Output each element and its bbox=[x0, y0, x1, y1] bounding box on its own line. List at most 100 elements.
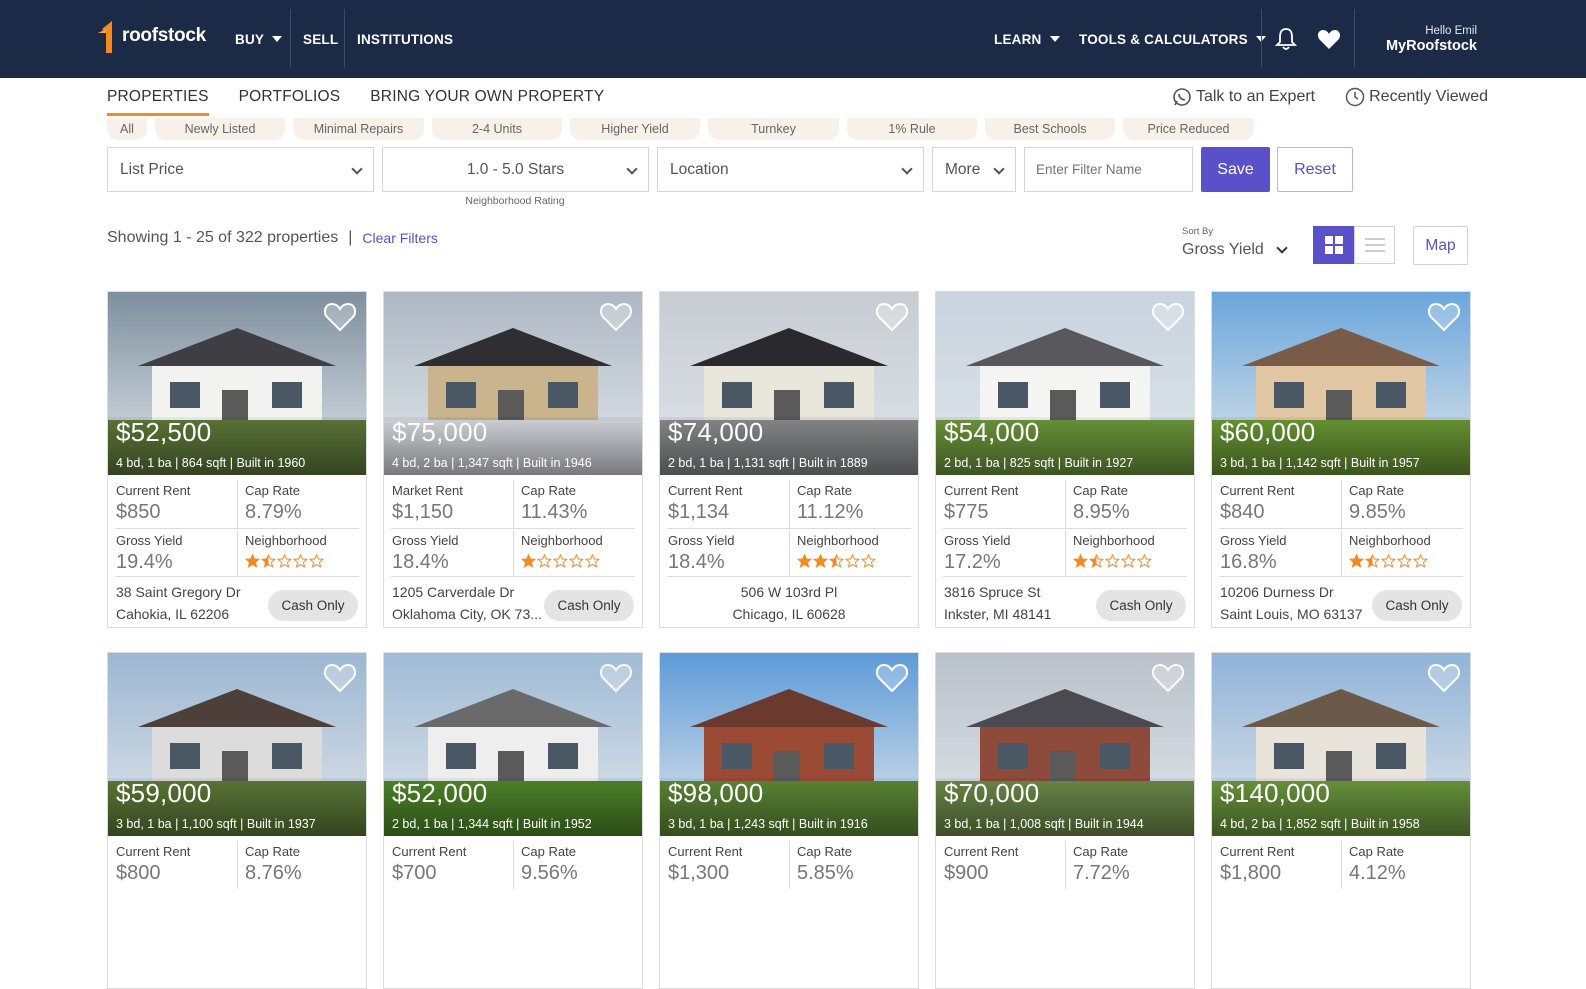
star-icon bbox=[813, 554, 828, 568]
property-card[interactable]: $59,000 3 bd, 1 ba | 1,100 sqft | Built … bbox=[107, 652, 367, 989]
property-photo[interactable]: $52,500 4 bd, 1 ba | 864 sqft | Built in… bbox=[108, 292, 366, 475]
cap-rate-stat: Cap Rate 4.12% bbox=[1349, 844, 1406, 885]
gross-yield-stat: Gross Yield 19.4% bbox=[116, 533, 182, 574]
chip-higher-yield[interactable]: Higher Yield bbox=[570, 118, 700, 140]
clear-filters-link[interactable]: Clear Filters bbox=[362, 230, 437, 246]
property-card[interactable]: $140,000 4 bd, 2 ba | 1,852 sqft | Built… bbox=[1211, 652, 1471, 989]
property-address[interactable]: 10206 Durness Dr Saint Louis, MO 63137 bbox=[1220, 581, 1370, 625]
gross-yield-value: 18.4% bbox=[392, 551, 449, 573]
gross-yield-stat: Gross Yield 18.4% bbox=[392, 533, 458, 574]
neighborhood-rating-select[interactable]: 1.0 - 5.0 Stars bbox=[382, 147, 649, 192]
nav-sell[interactable]: SELL bbox=[303, 0, 338, 78]
favorite-heart-icon[interactable] bbox=[599, 662, 633, 694]
property-card[interactable]: $98,000 3 bd, 1 ba | 1,243 sqft | Built … bbox=[659, 652, 919, 989]
list-price-select[interactable]: List Price bbox=[107, 147, 374, 192]
stat-divider bbox=[513, 530, 514, 576]
property-card[interactable]: $54,000 2 bd, 1 ba | 825 sqft | Built in… bbox=[935, 291, 1195, 628]
favorite-heart-icon[interactable] bbox=[875, 301, 909, 333]
property-address[interactable]: 38 Saint Gregory Dr Cahokia, IL 62206 bbox=[116, 581, 266, 625]
rent-value: $1,800 bbox=[1220, 862, 1282, 884]
star-icon bbox=[1137, 554, 1152, 568]
grid-view-button[interactable] bbox=[1313, 226, 1354, 264]
property-card[interactable]: $52,000 2 bd, 1 ba | 1,344 sqft | Built … bbox=[383, 652, 643, 989]
nav-sell-label: SELL bbox=[303, 31, 339, 47]
property-photo[interactable]: $60,000 3 bd, 1 ba | 1,142 sqft | Built … bbox=[1212, 292, 1470, 475]
sort-by-select[interactable]: Sort By Gross Yield bbox=[1182, 226, 1288, 259]
more-filters-select[interactable]: More bbox=[932, 147, 1016, 192]
rent-value: $850 bbox=[116, 501, 161, 523]
property-card[interactable]: $70,000 3 bd, 1 ba | 1,008 sqft | Built … bbox=[935, 652, 1195, 989]
more-label: More bbox=[945, 160, 981, 178]
property-specs: 3 bd, 1 ba | 1,100 sqft | Built in 1937 bbox=[116, 817, 316, 831]
tab-properties[interactable]: PROPERTIES bbox=[107, 86, 209, 116]
photo-window bbox=[548, 382, 578, 408]
neighborhood-stat: Neighborhood bbox=[1349, 533, 1431, 568]
property-photo[interactable]: $75,000 4 bd, 2 ba | 1,347 sqft | Built … bbox=[384, 292, 642, 475]
property-address[interactable]: 3816 Spruce St Inkster, MI 48141 bbox=[944, 581, 1094, 625]
property-photo[interactable]: $52,000 2 bd, 1 ba | 1,344 sqft | Built … bbox=[384, 653, 642, 836]
location-select[interactable]: Location bbox=[657, 147, 924, 192]
heart-icon[interactable] bbox=[1316, 26, 1342, 52]
cap-rate-stat: Cap Rate 11.12% bbox=[797, 483, 863, 524]
favorite-heart-icon[interactable] bbox=[323, 662, 357, 694]
property-photo[interactable]: $74,000 2 bd, 1 ba | 1,131 sqft | Built … bbox=[660, 292, 918, 475]
rent-label: Current Rent bbox=[392, 844, 467, 859]
favorite-heart-icon[interactable] bbox=[1427, 662, 1461, 694]
property-address[interactable]: 1205 Carverdale Dr Oklahoma City, OK 73.… bbox=[392, 581, 542, 625]
favorite-heart-icon[interactable] bbox=[1151, 662, 1185, 694]
chip-all[interactable]: All bbox=[107, 118, 147, 140]
favorite-heart-icon[interactable] bbox=[875, 662, 909, 694]
favorite-heart-icon[interactable] bbox=[323, 301, 357, 333]
property-photo[interactable]: $54,000 2 bd, 1 ba | 825 sqft | Built in… bbox=[936, 292, 1194, 475]
star-icon bbox=[245, 554, 260, 568]
chip-2-4-units[interactable]: 2-4 Units bbox=[432, 118, 562, 140]
chip-turnkey[interactable]: Turnkey bbox=[708, 118, 839, 140]
chip-price-reduced[interactable]: Price Reduced bbox=[1123, 118, 1254, 140]
nav-learn[interactable]: LEARN bbox=[994, 0, 1060, 78]
nav-tools[interactable]: TOOLS & CALCULATORS bbox=[1079, 0, 1266, 78]
list-view-button[interactable] bbox=[1354, 226, 1395, 264]
chip-newly-listed[interactable]: Newly Listed bbox=[155, 118, 285, 140]
property-card[interactable]: $74,000 2 bd, 1 ba | 1,131 sqft | Built … bbox=[659, 291, 919, 628]
rent-stat: Current Rent $700 bbox=[392, 844, 466, 885]
property-address[interactable]: 506 W 103rd Pl Chicago, IL 60628 bbox=[660, 581, 918, 625]
roofstock-logo[interactable]: roofstock bbox=[98, 18, 206, 54]
reset-filter-button[interactable]: Reset bbox=[1277, 147, 1353, 192]
cap-rate-stat: Cap Rate 5.85% bbox=[797, 844, 854, 885]
recently-viewed-link[interactable]: Recently Viewed bbox=[1345, 87, 1488, 107]
account-menu[interactable]: Hello Emil MyRoofstock bbox=[1386, 25, 1477, 54]
cap-rate-label: Cap Rate bbox=[1073, 483, 1128, 498]
property-card[interactable]: $52,500 4 bd, 1 ba | 864 sqft | Built in… bbox=[107, 291, 367, 628]
favorite-heart-icon[interactable] bbox=[1151, 301, 1185, 333]
favorite-heart-icon[interactable] bbox=[599, 301, 633, 333]
tab-bring-your-own-property[interactable]: BRING YOUR OWN PROPERTY bbox=[370, 86, 604, 116]
property-photo[interactable]: $140,000 4 bd, 2 ba | 1,852 sqft | Built… bbox=[1212, 653, 1470, 836]
nav-institutions[interactable]: INSTITUTIONS bbox=[357, 0, 453, 78]
property-card[interactable]: $60,000 3 bd, 1 ba | 1,142 sqft | Built … bbox=[1211, 291, 1471, 628]
neighborhood-label: Neighborhood bbox=[1349, 533, 1431, 548]
cap-rate-value: 9.56% bbox=[521, 862, 578, 884]
chip-one-percent-rule[interactable]: 1% Rule bbox=[847, 118, 977, 140]
bell-icon[interactable] bbox=[1273, 26, 1299, 52]
photo-roof bbox=[138, 328, 336, 366]
property-photo[interactable]: $98,000 3 bd, 1 ba | 1,243 sqft | Built … bbox=[660, 653, 918, 836]
property-price: $54,000 bbox=[944, 417, 1040, 447]
filter-name-input[interactable] bbox=[1024, 147, 1193, 192]
save-filter-button[interactable]: Save bbox=[1201, 147, 1270, 192]
talk-to-expert-link[interactable]: Talk to an Expert bbox=[1172, 87, 1315, 107]
neighborhood-rating bbox=[1073, 554, 1155, 568]
favorite-heart-icon[interactable] bbox=[1427, 301, 1461, 333]
photo-window bbox=[722, 743, 752, 769]
chip-minimal-repairs[interactable]: Minimal Repairs bbox=[293, 118, 424, 140]
tab-portfolios[interactable]: PORTFOLIOS bbox=[239, 86, 341, 116]
map-view-button[interactable]: Map bbox=[1413, 226, 1468, 265]
nav-institutions-label: INSTITUTIONS bbox=[357, 31, 454, 47]
rent-value: $840 bbox=[1220, 501, 1265, 523]
neighborhood-stat: Neighborhood bbox=[245, 533, 327, 568]
property-card[interactable]: $75,000 4 bd, 2 ba | 1,347 sqft | Built … bbox=[383, 291, 643, 628]
chip-best-schools[interactable]: Best Schools bbox=[985, 118, 1115, 140]
property-photo[interactable]: $70,000 3 bd, 1 ba | 1,008 sqft | Built … bbox=[936, 653, 1194, 836]
property-photo[interactable]: $59,000 3 bd, 1 ba | 1,100 sqft | Built … bbox=[108, 653, 366, 836]
rent-stat: Current Rent $900 bbox=[944, 844, 1018, 885]
nav-buy[interactable]: BUY bbox=[235, 0, 283, 78]
